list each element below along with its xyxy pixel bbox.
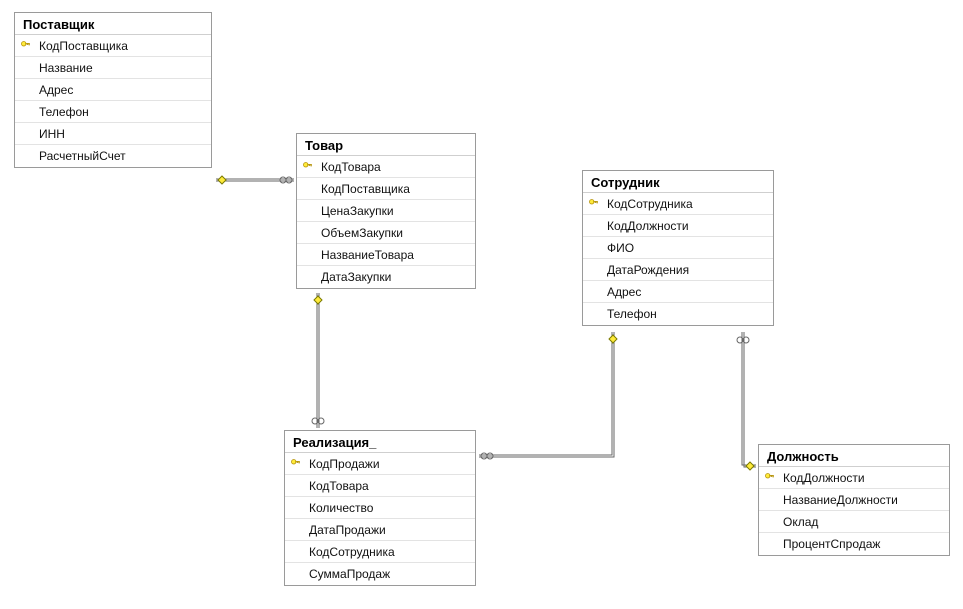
field-row[interactable]: Адрес [583, 281, 773, 303]
field-label: ОбъемЗакупки [319, 226, 469, 240]
field-row[interactable]: Количество [285, 497, 475, 519]
field-row[interactable]: КодДолжности [759, 467, 949, 489]
er-diagram-canvas: Поставщик КодПоставщика Название Адрес Теле… [0, 0, 963, 609]
field-row[interactable]: ДатаПродажи [285, 519, 475, 541]
entity-realizacia[interactable]: Реализация_ КодПродажи КодТовара Количеств… [284, 430, 476, 586]
field-row[interactable]: ОбъемЗакупки [297, 222, 475, 244]
entity-title: Товар [297, 134, 475, 156]
field-row[interactable]: РасчетныйСчет [15, 145, 211, 167]
field-row[interactable]: НазваниеТовара [297, 244, 475, 266]
entity-body: КодДолжности НазваниеДолжности Оклад Процен… [759, 467, 949, 555]
field-label: НазваниеДолжности [781, 493, 943, 507]
field-row[interactable]: КодПоставщика [297, 178, 475, 200]
field-row[interactable]: ДатаРождения [583, 259, 773, 281]
entity-title: Должность [759, 445, 949, 467]
field-label: КодПродажи [307, 457, 469, 471]
field-label: Телефон [605, 307, 767, 321]
field-label: КодСотрудника [605, 197, 767, 211]
entity-dolzhnost[interactable]: Должность КодДолжности НазваниеДолжности О… [758, 444, 950, 556]
field-label: НазваниеТовара [319, 248, 469, 262]
entity-title: Поставщик [15, 13, 211, 35]
rel-tovar-realizacia [312, 293, 324, 428]
field-row[interactable]: КодПоставщика [15, 35, 211, 57]
entity-body: КодПродажи КодТовара Количество ДатаПродажи… [285, 453, 475, 585]
field-row[interactable]: КодДолжности [583, 215, 773, 237]
field-row[interactable]: Телефон [583, 303, 773, 325]
entity-title: Реализация_ [285, 431, 475, 453]
rel-postavshik-tovar [216, 176, 294, 184]
entity-body: КодСотрудника КодДолжности ФИО ДатаРождения… [583, 193, 773, 325]
field-label: КодСотрудника [307, 545, 469, 559]
entity-body: КодТовара КодПоставщика ЦенаЗакупки ОбъемЗа… [297, 156, 475, 288]
field-label: ФИО [605, 241, 767, 255]
field-row[interactable]: ПроцентСпродаж [759, 533, 949, 555]
field-row[interactable]: Оклад [759, 511, 949, 533]
field-row[interactable]: КодТовара [297, 156, 475, 178]
primary-key-icon [759, 472, 781, 484]
entity-title: Сотрудник [583, 171, 773, 193]
field-row[interactable]: КодПродажи [285, 453, 475, 475]
primary-key-icon [297, 161, 319, 173]
field-row[interactable]: ДатаЗакупки [297, 266, 475, 288]
field-row[interactable]: СуммаПродаж [285, 563, 475, 585]
field-label: СуммаПродаж [307, 567, 469, 581]
field-row[interactable]: Название [15, 57, 211, 79]
field-label: Название [37, 61, 205, 75]
field-label: ПроцентСпродаж [781, 537, 943, 551]
field-row[interactable]: КодСотрудника [285, 541, 475, 563]
entity-sotrudnik[interactable]: Сотрудник КодСотрудника КодДолжности ФИО Да… [582, 170, 774, 326]
rel-sotrudnik-realizacia [479, 332, 617, 459]
field-label: КодПоставщика [37, 39, 205, 53]
field-label: ДатаПродажи [307, 523, 469, 537]
field-label: ДатаРождения [605, 263, 767, 277]
field-label: ДатаЗакупки [319, 270, 469, 284]
field-label: Телефон [37, 105, 205, 119]
field-label: РасчетныйСчет [37, 149, 205, 163]
rel-sotrudnik-dolzhnost [737, 332, 756, 470]
primary-key-icon [583, 198, 605, 210]
field-label: КодДолжности [605, 219, 767, 233]
field-label: ИНН [37, 127, 205, 141]
field-row[interactable]: ЦенаЗакупки [297, 200, 475, 222]
field-label: КодТовара [319, 160, 469, 174]
field-row[interactable]: ФИО [583, 237, 773, 259]
field-row[interactable]: Телефон [15, 101, 211, 123]
field-label: Адрес [605, 285, 767, 299]
primary-key-icon [285, 458, 307, 470]
field-label: ЦенаЗакупки [319, 204, 469, 218]
entity-tovar[interactable]: Товар КодТовара КодПоставщика ЦенаЗакупки О… [296, 133, 476, 289]
field-row[interactable]: КодТовара [285, 475, 475, 497]
primary-key-icon [15, 40, 37, 52]
field-label: КодДолжности [781, 471, 943, 485]
field-row[interactable]: НазваниеДолжности [759, 489, 949, 511]
field-row[interactable]: Адрес [15, 79, 211, 101]
field-label: Оклад [781, 515, 943, 529]
field-row[interactable]: КодСотрудника [583, 193, 773, 215]
field-label: КодТовара [307, 479, 469, 493]
field-label: КодПоставщика [319, 182, 469, 196]
field-row[interactable]: ИНН [15, 123, 211, 145]
entity-body: КодПоставщика Название Адрес Телефон ИНН Расч… [15, 35, 211, 167]
entity-postavshik[interactable]: Поставщик КодПоставщика Название Адрес Теле… [14, 12, 212, 168]
field-label: Количество [307, 501, 469, 515]
field-label: Адрес [37, 83, 205, 97]
